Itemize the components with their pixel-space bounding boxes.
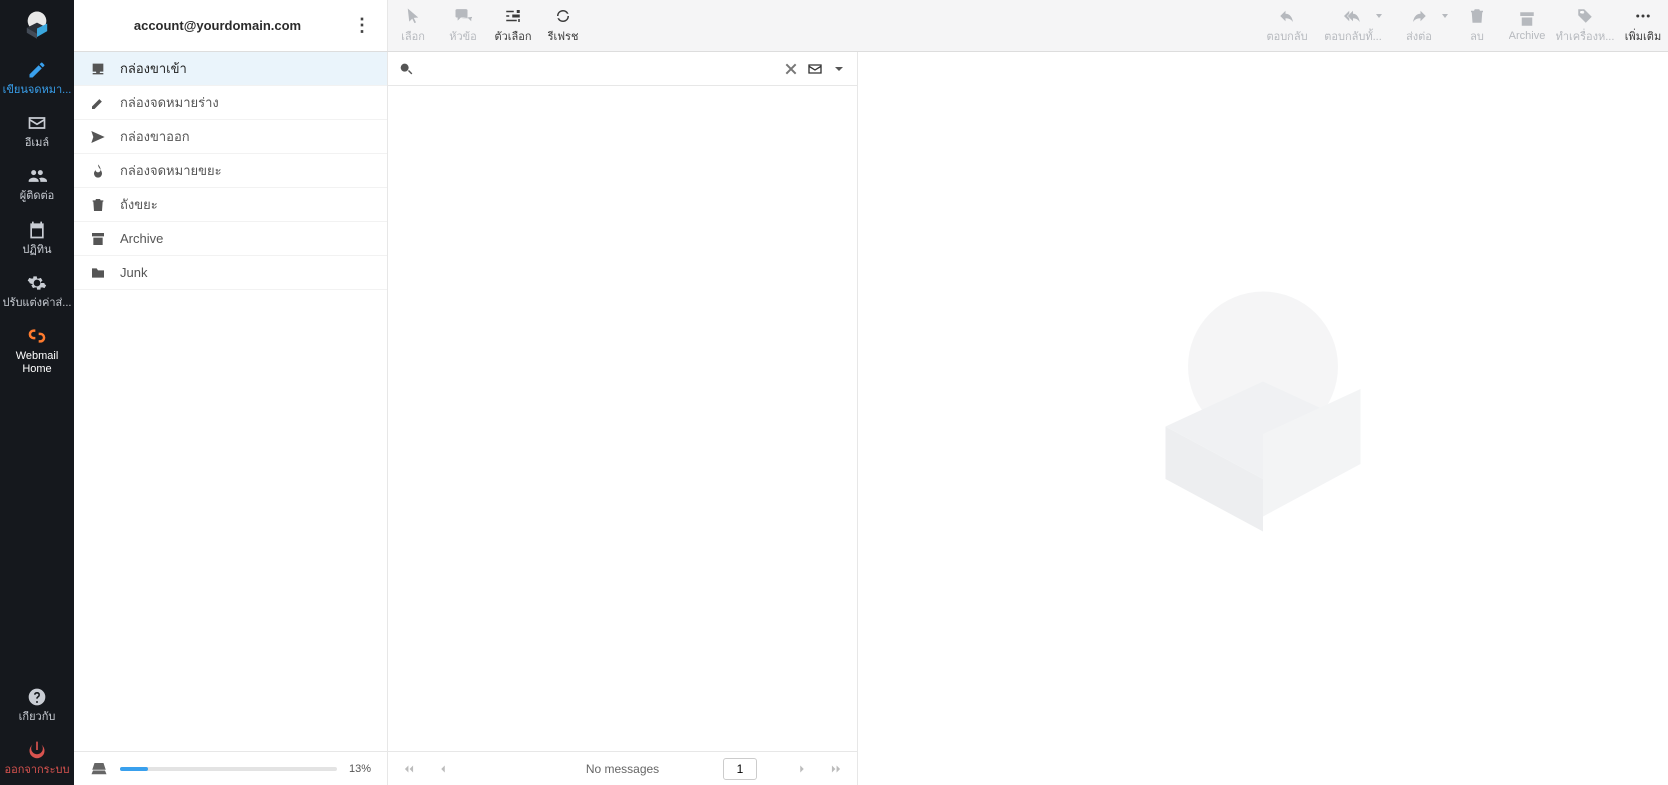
folder-item[interactable]: กล่องขาเข้า xyxy=(74,52,387,86)
folder-item[interactable]: ถังขยะ xyxy=(74,188,387,222)
refresh-button[interactable]: รีเฟรช xyxy=(538,0,588,51)
folder-label: Junk xyxy=(120,265,147,280)
rail-logout[interactable]: ออกจากระบบ xyxy=(0,732,74,785)
tag-icon xyxy=(1576,7,1594,25)
reply-button[interactable]: ตอบกลับ xyxy=(1254,0,1320,51)
search-input[interactable] xyxy=(422,61,775,76)
refresh-icon xyxy=(554,7,572,25)
message-panel: No messages xyxy=(388,52,858,785)
pencil-icon xyxy=(90,95,106,111)
folder-item[interactable]: กล่องขาออก xyxy=(74,120,387,154)
trash-icon xyxy=(90,197,106,213)
forward-button[interactable]: ส่งต่อ xyxy=(1386,0,1452,51)
page-input[interactable] xyxy=(723,758,757,780)
archive-button[interactable]: Archive xyxy=(1502,0,1552,51)
toolbar-right: ตอบกลับ ตอบกลับทั้... ส่งต่อ ลบ Archive … xyxy=(1254,0,1668,51)
app-logo xyxy=(0,0,74,52)
drive-icon xyxy=(90,760,108,778)
pager: No messages xyxy=(388,751,857,785)
left-rail: เขียนจดหมา... อีเมล์ ผู้ติดต่อ ปฏิทิน ปร… xyxy=(0,0,74,785)
delete-button[interactable]: ลบ xyxy=(1452,0,1502,51)
mark-button[interactable]: ทำเครื่องห... xyxy=(1552,0,1618,51)
rail-settings[interactable]: ปรับแต่งค่าส่... xyxy=(0,265,74,318)
rail-email[interactable]: อีเมล์ xyxy=(0,105,74,158)
folder-item[interactable]: กล่องจดหมายร่าง xyxy=(74,86,387,120)
fire-icon xyxy=(90,163,106,179)
search-icon[interactable] xyxy=(398,61,414,77)
clear-search-icon[interactable] xyxy=(783,61,799,77)
pager-status: No messages xyxy=(586,762,659,776)
folder-item[interactable]: กล่องจดหมายขยะ xyxy=(74,154,387,188)
first-page-icon[interactable] xyxy=(402,762,416,776)
reply-icon xyxy=(1278,7,1296,25)
reply-all-button[interactable]: ตอบกลับทั้... xyxy=(1320,0,1386,51)
rail-contacts[interactable]: ผู้ติดต่อ xyxy=(0,158,74,211)
folder-icon xyxy=(90,265,106,281)
trash-icon xyxy=(1468,7,1486,25)
cursor-icon xyxy=(404,7,422,25)
quota-text: 13% xyxy=(349,763,371,775)
sliders-icon xyxy=(504,7,522,25)
send-icon xyxy=(90,129,106,145)
folder-label: ถังขยะ xyxy=(120,194,158,215)
folder-label: กล่องขาออก xyxy=(120,126,190,147)
envelope-icon[interactable] xyxy=(807,61,823,77)
folder-item[interactable]: Junk xyxy=(74,256,387,290)
folder-label: กล่องจดหมายขยะ xyxy=(120,160,222,181)
comments-icon xyxy=(454,7,472,25)
options-button[interactable]: ตัวเลือก xyxy=(488,0,538,51)
folder-list: กล่องขาเข้ากล่องจดหมายร่างกล่องขาออกกล่อ… xyxy=(74,52,387,751)
archive-icon xyxy=(90,231,106,247)
reply-all-icon xyxy=(1344,7,1362,25)
next-page-icon[interactable] xyxy=(795,762,809,776)
account-email: account@yourdomain.com xyxy=(86,18,349,33)
prev-page-icon[interactable] xyxy=(436,762,450,776)
toolbar-left: เลือก หัวข้อ ตัวเลือก รีเฟรช xyxy=(388,0,588,51)
inbox-icon xyxy=(90,61,106,77)
quota-bar: 13% xyxy=(74,751,387,785)
forward-icon xyxy=(1410,7,1428,25)
quota-progress xyxy=(120,767,337,771)
last-page-icon[interactable] xyxy=(829,762,843,776)
rail-compose[interactable]: เขียนจดหมา... xyxy=(0,52,74,105)
rail-about[interactable]: เกี่ยวกับ xyxy=(0,679,74,732)
search-bar xyxy=(388,52,857,86)
account-bar: account@yourdomain.com ⋮ xyxy=(74,0,388,51)
folder-label: Archive xyxy=(120,231,163,246)
archive-icon xyxy=(1518,10,1536,28)
message-list xyxy=(388,86,857,751)
preview-pane xyxy=(858,52,1668,785)
empty-state-icon xyxy=(1113,269,1413,569)
folder-label: กล่องจดหมายร่าง xyxy=(120,92,219,113)
more-button[interactable]: เพิ่มเติม xyxy=(1618,0,1668,51)
folder-item[interactable]: Archive xyxy=(74,222,387,256)
search-options-icon[interactable] xyxy=(831,61,847,77)
rail-calendar[interactable]: ปฏิทิน xyxy=(0,212,74,265)
folder-label: กล่องขาเข้า xyxy=(120,58,187,79)
more-icon xyxy=(1634,7,1652,25)
select-button[interactable]: เลือก xyxy=(388,0,438,51)
topbar: account@yourdomain.com ⋮ เลือก หัวข้อ ตั… xyxy=(74,0,1668,52)
threads-button[interactable]: หัวข้อ xyxy=(438,0,488,51)
account-menu-icon[interactable]: ⋮ xyxy=(349,11,375,40)
rail-webmail-home[interactable]: Webmail Home xyxy=(0,318,74,384)
folder-panel: กล่องขาเข้ากล่องจดหมายร่างกล่องขาออกกล่อ… xyxy=(74,52,388,785)
